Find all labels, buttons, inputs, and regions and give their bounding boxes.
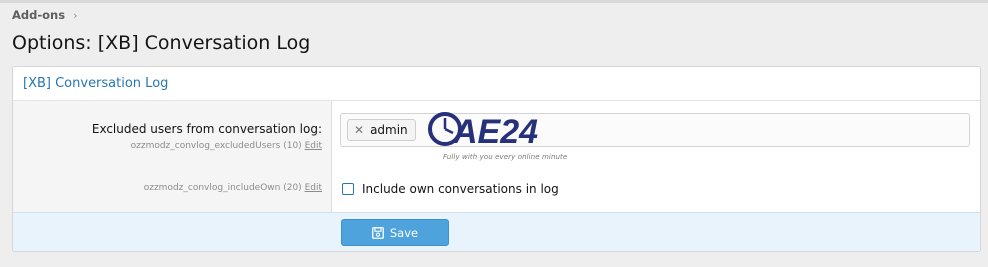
chevron-right-icon: › — [73, 8, 78, 22]
excluded-users-option-id: ozzmodz_convlog_excludedUsers (10) Edit — [131, 141, 322, 151]
save-button[interactable]: Save — [341, 219, 449, 246]
excluded-users-label: Excluded users from conversation log: — [91, 122, 322, 136]
option-id-text: ozzmodz_convlog_includeOwn (20) — [143, 183, 302, 193]
top-border — [0, 0, 988, 3]
watermark-tagline: Fully with you every online minute — [443, 153, 568, 161]
include-own-checkbox-row[interactable]: Include own conversations in log — [342, 182, 559, 196]
save-button-label: Save — [389, 225, 419, 240]
breadcrumb: Add-ons › — [12, 8, 77, 22]
user-token: ✕ admin — [347, 119, 416, 141]
panel-header: [XB] Conversation Log — [13, 67, 980, 101]
option-id-text: ozzmodz_convlog_excludedUsers (10) — [130, 141, 302, 151]
form-footer: Save — [13, 212, 980, 251]
page-title: Options: [XB] Conversation Log — [12, 32, 311, 54]
watermark-text: AE24 — [452, 113, 538, 151]
ae24-logo: AE24 — [428, 112, 538, 151]
include-own-option-id: ozzmodz_convlog_includeOwn (20) Edit — [144, 183, 322, 193]
panel-title: [XB] Conversation Log — [23, 76, 169, 91]
floppy-disk-icon — [371, 226, 384, 239]
label-column: Excluded users from conversation log: oz… — [13, 101, 332, 212]
token-label: admin — [370, 123, 408, 137]
include-own-checkbox-label[interactable]: Include own conversations in log — [362, 182, 559, 196]
options-panel: [XB] Conversation Log Excluded users fro… — [12, 66, 981, 252]
include-own-checkbox[interactable] — [342, 183, 354, 195]
edit-link-include-own[interactable]: Edit — [305, 183, 322, 193]
close-icon[interactable]: ✕ — [354, 124, 364, 136]
breadcrumb-link-addons[interactable]: Add-ons — [12, 8, 65, 22]
edit-link-excluded-users[interactable]: Edit — [305, 141, 322, 151]
